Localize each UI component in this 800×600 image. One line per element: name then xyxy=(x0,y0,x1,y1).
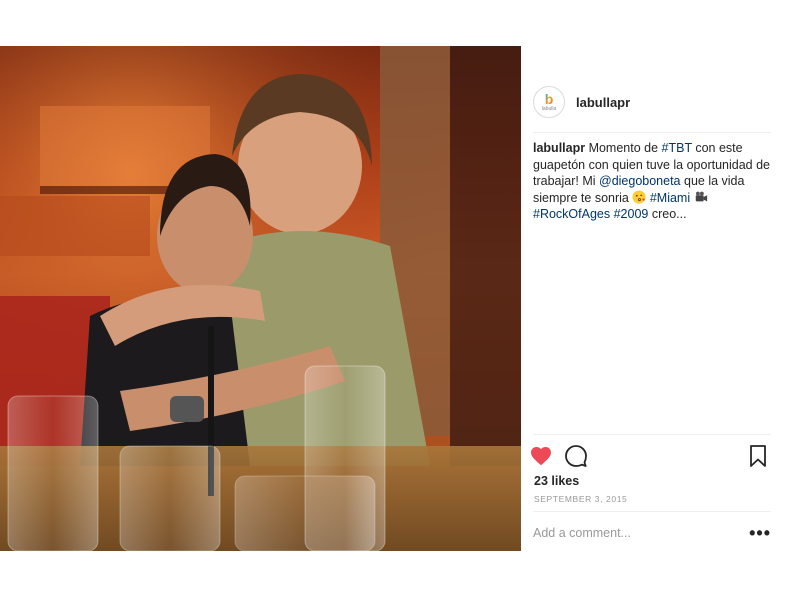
bookmark-icon[interactable] xyxy=(746,444,770,468)
kissing-face-emoji xyxy=(632,189,646,204)
more-options-icon[interactable]: ••• xyxy=(749,524,771,542)
avatar-logo-word: labulla xyxy=(541,105,557,112)
caption-hashtag[interactable]: #Miami xyxy=(650,191,690,205)
photo-illustration xyxy=(0,46,521,551)
caption-hashtag[interactable]: #TBT xyxy=(662,141,692,155)
caption-hashtag[interactable]: #2009 xyxy=(614,207,649,221)
heart-filled-icon[interactable] xyxy=(529,444,553,468)
caption-text: creo... xyxy=(648,207,687,221)
action-bar xyxy=(521,444,774,468)
movie-camera-emoji xyxy=(695,191,707,201)
post-caption: labullapr Momento de #TBT con este guape… xyxy=(533,140,771,223)
avatar-logo-glyph: b xyxy=(544,90,554,107)
post-date[interactable]: SEPTEMBER 3, 2015 xyxy=(534,494,627,504)
post-photo[interactable] xyxy=(0,46,521,551)
caption-mention[interactable]: @diegoboneta xyxy=(599,174,681,188)
post-header: b labulla labullapr xyxy=(533,82,771,122)
instagram-post: b labulla labullapr labullapr Momento de… xyxy=(0,46,774,551)
caption-text: Momento de xyxy=(585,141,662,155)
comment-divider xyxy=(533,511,771,512)
caption-username[interactable]: labullapr xyxy=(533,141,585,155)
likes-count[interactable]: 23 likes xyxy=(534,474,579,488)
header-divider xyxy=(533,132,771,133)
comment-input[interactable] xyxy=(533,526,733,540)
post-sidebar: b labulla labullapr labullapr Momento de… xyxy=(521,46,774,551)
header-username[interactable]: labullapr xyxy=(576,95,630,110)
caption-hashtag[interactable]: #RockOfAges xyxy=(533,207,610,221)
actions-divider xyxy=(533,434,771,435)
comment-bubble-icon[interactable] xyxy=(564,444,588,468)
comment-row: ••• xyxy=(533,522,771,544)
avatar[interactable]: b labulla xyxy=(533,86,565,118)
